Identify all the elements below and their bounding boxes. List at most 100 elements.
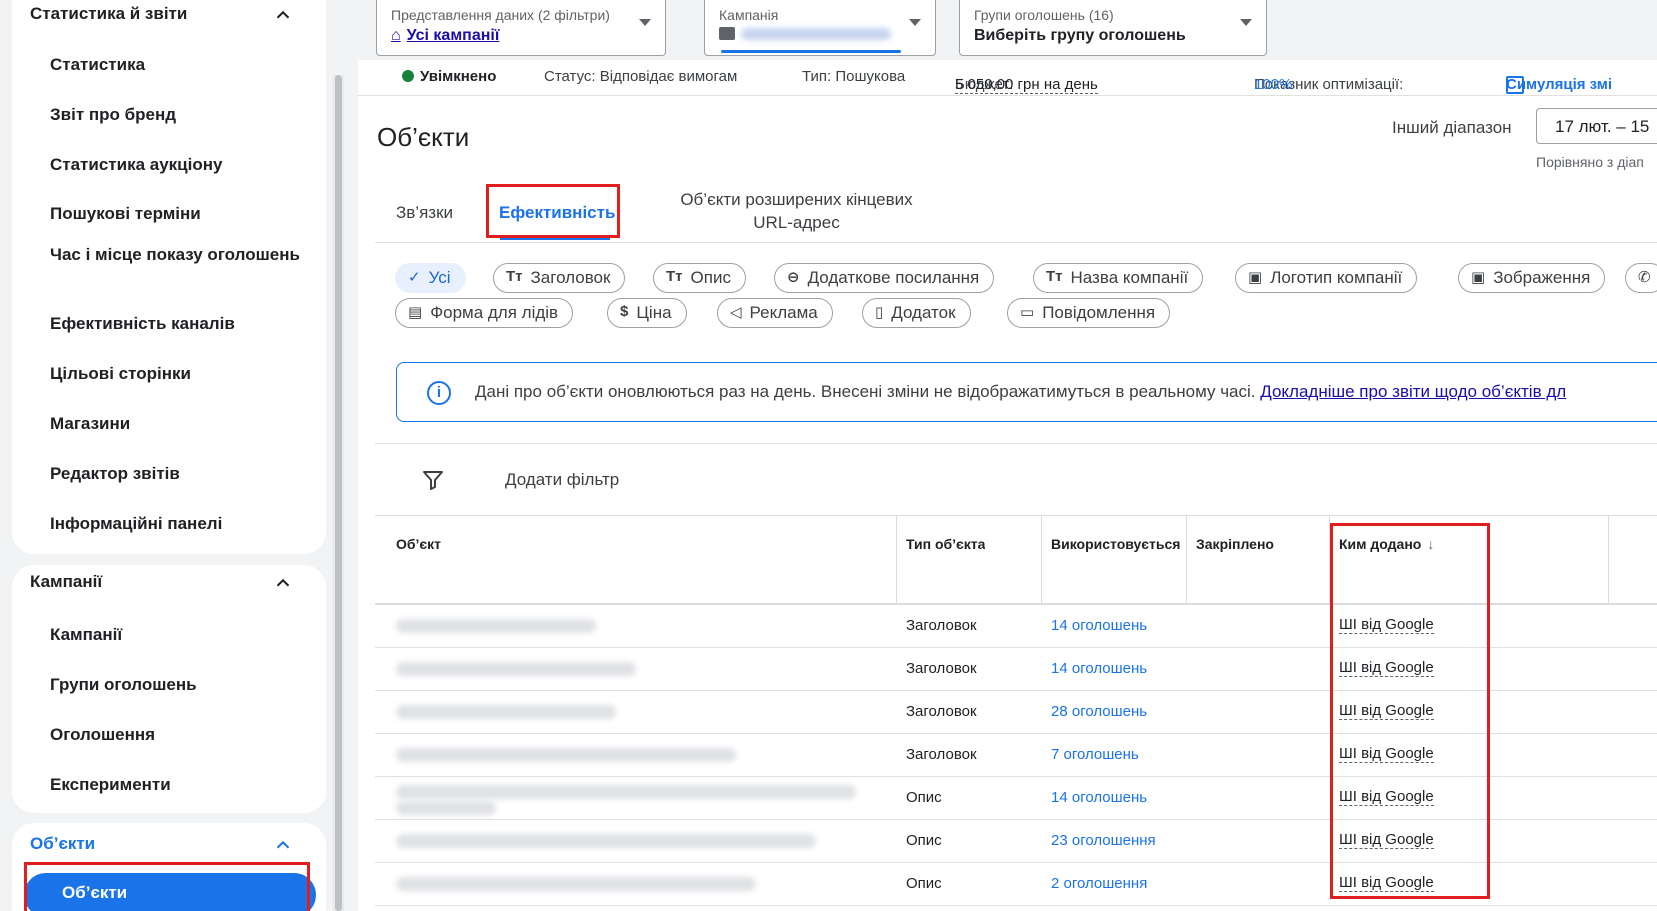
text-icon: Tт	[666, 268, 683, 285]
chip-all-label: Усі	[428, 268, 451, 287]
asset-text-blurred	[396, 877, 756, 891]
column-divider	[1608, 516, 1609, 604]
tab-performance[interactable]: Ефективність	[499, 201, 615, 224]
used-in-link[interactable]: 14 оголошень	[1051, 789, 1147, 806]
added-by[interactable]: ШІ від Google	[1339, 703, 1434, 720]
used-in-link[interactable]: 7 оголошень	[1051, 746, 1139, 763]
added-by[interactable]: ШІ від Google	[1339, 660, 1434, 677]
add-filter-button[interactable]: Додати фільтр	[505, 470, 619, 490]
column-header-added-by[interactable]: Ким додано ↓	[1339, 536, 1434, 552]
table-row[interactable]: Опис 14 оголошень ШІ від Google	[375, 777, 1657, 820]
home-icon: ⌂	[391, 27, 401, 44]
used-in-link[interactable]: 14 оголошень	[1051, 660, 1147, 677]
chevron-up-icon[interactable]	[272, 834, 294, 856]
sidebar-group-assets-title[interactable]: Об’єкти	[30, 834, 95, 854]
added-by[interactable]: ШІ від Google	[1339, 746, 1434, 763]
chip-sitelink[interactable]: ⊖ Додаткове посилання	[774, 263, 995, 293]
sidebar-item-channel-performance[interactable]: Ефективність каналів	[50, 311, 300, 336]
campaign-dropdown[interactable]: Кампанія	[704, 0, 936, 56]
filter-icon[interactable]	[421, 468, 445, 492]
ad-groups-value: Виберіть групу оголошень	[974, 27, 1186, 44]
table-row[interactable]: Заголовок 7 оголошень ШІ від Google	[375, 734, 1657, 777]
chip-description[interactable]: Tт Опис	[653, 263, 746, 293]
info-learn-more-link[interactable]: Докладніше про звіти щодо об’єктів дл	[1260, 382, 1566, 401]
chip-business-name[interactable]: Tт Назва компанії	[1033, 263, 1204, 293]
sidebar-scrollbar-thumb[interactable]	[335, 75, 342, 911]
sidebar-item-dashboards[interactable]: Інформаційні панелі	[50, 511, 300, 536]
sidebar-item-statistics[interactable]: Статистика	[50, 52, 300, 77]
added-by[interactable]: ШІ від Google	[1339, 617, 1434, 634]
column-header-used[interactable]: Використовується	[1051, 536, 1181, 552]
chip-call[interactable]: ✆	[1625, 263, 1657, 293]
chip-sitelink-label: Додаткове посилання	[807, 268, 980, 287]
chip-all[interactable]: ✓ Усі	[395, 263, 466, 293]
image-icon: ▣	[1248, 269, 1263, 286]
tab-links[interactable]: Зв’язки	[396, 201, 453, 224]
chip-app-label: Додаток	[891, 303, 956, 322]
chip-app[interactable]: ▯ Додаток	[862, 298, 971, 328]
chip-lead-form-label: Форма для лідів	[430, 303, 559, 322]
sidebar-item-landing-pages[interactable]: Цільові сторінки	[50, 361, 300, 386]
tab-extended-url-assets[interactable]: Об’єкти розширених кінцевих URL-адрес	[664, 188, 929, 234]
table-row[interactable]: Опис 23 оголошення ШІ від Google	[375, 820, 1657, 863]
sidebar-item-report-editor[interactable]: Редактор звітів	[50, 461, 300, 486]
budget-value[interactable]: 5 050,00 грн на день	[955, 76, 1098, 94]
assets-table: Об’єкт Тип об’єкта Використовується Закр…	[375, 515, 1657, 911]
used-in-link[interactable]: 14 оголошень	[1051, 617, 1147, 634]
enabled-status[interactable]: Увімкнено	[402, 68, 496, 85]
added-by[interactable]: ШІ від Google	[1339, 875, 1434, 892]
table-row[interactable]: Заголовок 28 оголошень ШІ від Google	[375, 691, 1657, 734]
chip-lead-form[interactable]: ▤ Форма для лідів	[395, 298, 574, 328]
column-header-object[interactable]: Об’єкт	[396, 536, 441, 552]
column-divider	[1186, 516, 1187, 604]
price-icon: $	[620, 303, 629, 320]
table-row[interactable]: Заголовок 14 оголошень ШІ від Google	[375, 605, 1657, 648]
used-in-link[interactable]: 23 оголошення	[1051, 832, 1156, 849]
ad-groups-dropdown[interactable]: Групи оголошень (16) Виберіть групу огол…	[959, 0, 1267, 56]
enabled-status-text: Увімкнено	[420, 68, 497, 85]
asset-type: Заголовок	[906, 746, 977, 763]
chip-business-logo[interactable]: ▣ Логотип компанії	[1235, 263, 1418, 293]
sidebar-item-when-where[interactable]: Час і місце показу оголошень	[50, 242, 300, 267]
text-icon: Tт	[1046, 268, 1063, 285]
optimization-value[interactable]: 100%	[1254, 76, 1292, 93]
column-header-pinned[interactable]: Закріплено	[1196, 536, 1274, 552]
chip-business-logo-label: Логотип компанії	[1270, 268, 1403, 287]
date-range-picker[interactable]: 17 лют. – 15	[1536, 108, 1657, 144]
sidebar-group-reports-title[interactable]: Статистика й звіти	[30, 4, 187, 24]
table-row[interactable]: Опис 2 оголошення ШІ від Google	[375, 863, 1657, 906]
sidebar-item-search-terms[interactable]: Пошукові терміни	[50, 201, 300, 226]
asset-type: Опис	[906, 875, 942, 892]
chevron-up-icon[interactable]	[272, 572, 294, 594]
asset-type: Заголовок	[906, 703, 977, 720]
chip-promotion[interactable]: ◁ Реклама	[717, 298, 833, 328]
sidebar-group-campaigns-title[interactable]: Кампанії	[30, 572, 102, 592]
used-in-link[interactable]: 2 оголошення	[1051, 875, 1147, 892]
page-title: Об’єкти	[377, 122, 470, 152]
column-header-type[interactable]: Тип об’єкта	[906, 536, 985, 552]
sidebar-item-campaigns[interactable]: Кампанії	[50, 622, 300, 647]
view-filter-dropdown[interactable]: Представлення даних (2 фільтри) ⌂ Усі ка…	[376, 0, 666, 56]
sidebar-item-brand-report[interactable]: Звіт про бренд	[50, 102, 300, 127]
chip-headline[interactable]: Tт Заголовок	[493, 263, 626, 293]
sidebar-item-ad-groups[interactable]: Групи оголошень	[50, 672, 300, 697]
sidebar-item-ads[interactable]: Оголошення	[50, 722, 300, 747]
chip-message[interactable]: ▭ Повідомлення	[1007, 298, 1171, 328]
asset-text-blurred	[396, 834, 816, 848]
chip-promotion-label: Реклама	[749, 303, 818, 322]
sidebar-item-experiments[interactable]: Експерименти	[50, 772, 300, 797]
arrow-down-icon: ↓	[1427, 536, 1435, 552]
sidebar-item-stores[interactable]: Магазини	[50, 411, 300, 436]
chip-price[interactable]: $ Ціна	[607, 298, 687, 328]
megaphone-icon: ◁	[730, 304, 742, 321]
campaign-value-blurred	[741, 27, 891, 40]
chip-image[interactable]: ▣ Зображення	[1458, 263, 1606, 293]
added-by[interactable]: ШІ від Google	[1339, 789, 1434, 806]
sidebar-item-auction-insights[interactable]: Статистика аукціону	[50, 152, 300, 177]
image-icon: ▣	[1471, 269, 1486, 286]
table-row[interactable]: Заголовок 14 оголошень ШІ від Google	[375, 648, 1657, 691]
used-in-link[interactable]: 28 оголошень	[1051, 703, 1147, 720]
added-by[interactable]: ШІ від Google	[1339, 832, 1434, 849]
phone-icon: ✆	[1638, 269, 1651, 286]
chevron-up-icon[interactable]	[272, 4, 294, 26]
